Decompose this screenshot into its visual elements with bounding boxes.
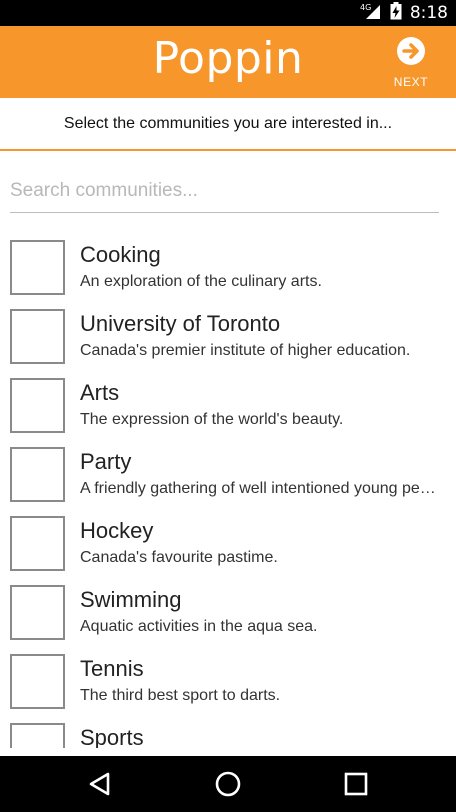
home-circle-icon	[214, 771, 242, 802]
next-label: NEXT	[393, 75, 429, 89]
search-field	[10, 176, 439, 213]
status-bar: 4G 8:18	[0, 0, 456, 26]
back-triangle-icon	[86, 772, 114, 802]
community-description: A friendly gathering of well intentioned…	[80, 480, 442, 497]
community-description: Canada's favourite pastime.	[80, 549, 278, 566]
list-item-arts[interactable]: Arts The expression of the world's beaut…	[0, 374, 456, 443]
navigation-bar	[0, 756, 456, 812]
community-title: Hockey	[80, 518, 154, 543]
checkbox[interactable]	[10, 516, 65, 571]
community-description: Canada's premier institute of higher edu…	[80, 342, 411, 359]
recents-button[interactable]	[342, 770, 370, 798]
checkbox[interactable]	[10, 240, 65, 295]
community-title: Party	[80, 449, 132, 474]
recents-square-icon	[342, 772, 370, 802]
community-list[interactable]: Cooking An exploration of the culinary a…	[0, 236, 456, 748]
status-time: 8:18	[409, 3, 448, 23]
checkbox[interactable]	[10, 378, 65, 433]
list-item-hockey[interactable]: Hockey Canada's favourite pastime.	[0, 512, 456, 581]
back-button[interactable]	[86, 770, 114, 798]
screen: 4G 8:18 Poppin NEXT Select the communiti…	[0, 0, 456, 812]
status-icons: 4G 8:18	[360, 0, 448, 26]
community-description: Aquatic activities in the aqua sea.	[80, 618, 318, 635]
community-title: Tennis	[80, 656, 144, 681]
checkbox[interactable]	[10, 585, 65, 640]
list-item-party[interactable]: Party A friendly gathering of well inten…	[0, 443, 456, 512]
community-title: Cooking	[80, 242, 161, 267]
checkbox[interactable]	[10, 309, 65, 364]
instruction-text: Select the communities you are intereste…	[0, 98, 456, 151]
checkbox[interactable]	[10, 654, 65, 709]
app-bar: Poppin NEXT	[0, 26, 456, 98]
list-item-sports[interactable]: Sports	[0, 719, 456, 748]
list-item-cooking[interactable]: Cooking An exploration of the culinary a…	[0, 236, 456, 305]
search-input[interactable]	[10, 176, 439, 206]
community-title: Sports	[80, 725, 144, 748]
next-button[interactable]: NEXT	[380, 36, 442, 92]
arrow-right-circle-icon	[396, 36, 426, 71]
home-button[interactable]	[214, 770, 242, 798]
list-item-swimming[interactable]: Swimming Aquatic activities in the aqua …	[0, 581, 456, 650]
list-item-university-of-toronto[interactable]: University of Toronto Canada's premier i…	[0, 305, 456, 374]
community-description: The expression of the world's beauty.	[80, 411, 344, 428]
community-title: University of Toronto	[80, 311, 281, 336]
community-title: Arts	[80, 380, 120, 405]
community-description: The third best sport to darts.	[80, 687, 281, 704]
list-item-tennis[interactable]: Tennis The third best sport to darts.	[0, 650, 456, 719]
battery-icon	[390, 1, 402, 25]
checkbox[interactable]	[10, 723, 65, 748]
checkbox[interactable]	[10, 447, 65, 502]
community-title: Swimming	[80, 587, 182, 612]
network-type: 4G	[360, 3, 371, 12]
signal-icon: 4G	[360, 2, 382, 25]
community-description: An exploration of the culinary arts.	[80, 273, 322, 290]
